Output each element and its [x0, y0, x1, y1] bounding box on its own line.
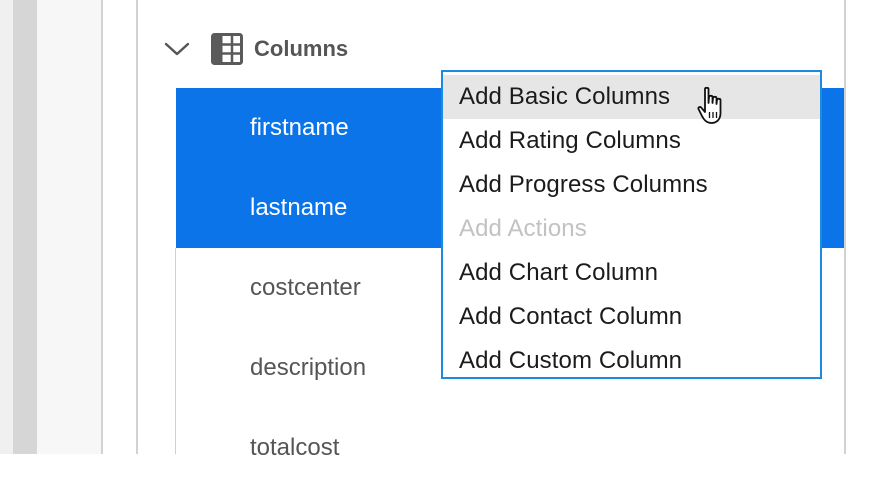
- context-menu: Add Basic Columns Add Rating Columns Add…: [441, 70, 822, 379]
- panel-divider: [844, 0, 846, 454]
- left-scrollbar-track[interactable]: [13, 0, 37, 454]
- left-edge-panel: [0, 0, 13, 454]
- left-panel: [37, 0, 101, 454]
- chevron-down-icon[interactable]: [160, 28, 194, 70]
- panel-divider: [101, 0, 103, 454]
- column-label: description: [250, 354, 367, 381]
- menu-item-add-custom-column[interactable]: Add Custom Column: [443, 339, 820, 383]
- column-label: totalcost: [250, 434, 340, 461]
- column-row-totalcost[interactable]: totalcost: [176, 408, 844, 488]
- hand-pointer-icon: [697, 86, 722, 124]
- menu-item-add-progress-columns[interactable]: Add Progress Columns: [443, 163, 820, 207]
- panel-divider: [136, 0, 138, 454]
- menu-item-add-rating-columns[interactable]: Add Rating Columns: [443, 119, 820, 163]
- column-label: lastname: [250, 194, 348, 221]
- grid-icon: [210, 28, 244, 70]
- menu-item-add-chart-column[interactable]: Add Chart Column: [443, 251, 820, 295]
- menu-item-add-contact-column[interactable]: Add Contact Column: [443, 295, 820, 339]
- column-label: costcenter: [250, 274, 361, 301]
- column-label: firstname: [250, 114, 349, 141]
- section-title: Columns: [254, 36, 349, 61]
- menu-item-add-basic-columns[interactable]: Add Basic Columns: [443, 75, 820, 119]
- menu-item-add-actions: Add Actions: [459, 215, 587, 242]
- columns-section-header[interactable]: Columns: [160, 28, 460, 70]
